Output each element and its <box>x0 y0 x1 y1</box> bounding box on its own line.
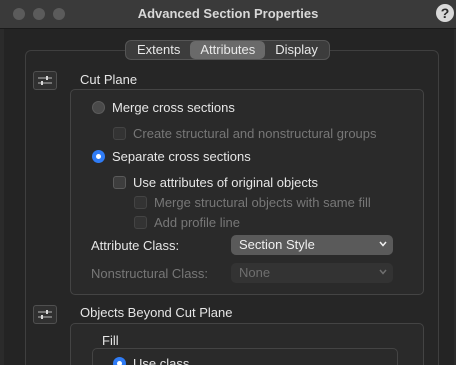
title-bar: Advanced Section Properties ? <box>0 0 456 29</box>
dialog-window: Advanced Section Properties ? Extents At… <box>0 0 456 365</box>
cut-plane-label: Cut Plane <box>80 72 138 87</box>
use-class-label: Use class <box>133 356 190 365</box>
objects-beyond-label: Objects Beyond Cut Plane <box>80 305 233 320</box>
add-profile-line-label: Add profile line <box>154 215 240 230</box>
chevron-down-icon <box>379 269 387 275</box>
use-class-radio[interactable]: Use class <box>113 356 189 365</box>
merge-cross-sections-radio[interactable]: Merge cross sections <box>92 100 235 115</box>
tab-extents[interactable]: Extents <box>127 41 190 59</box>
checkbox-icon <box>134 216 147 229</box>
separate-cross-sections-radio[interactable]: Separate cross sections <box>92 149 251 164</box>
use-attributes-checkbox[interactable]: Use attributes of original objects <box>113 175 318 190</box>
tab-display[interactable]: Display <box>265 41 328 59</box>
fill-label: Fill <box>102 333 119 348</box>
chevron-down-icon <box>379 241 387 247</box>
settings-sliders-icon[interactable] <box>33 305 57 324</box>
add-profile-line-checkbox[interactable]: Add profile line <box>134 215 240 230</box>
nonstructural-class-label: Nonstructural Class: <box>91 266 208 281</box>
checkbox-icon <box>113 176 126 189</box>
tab-attributes[interactable]: Attributes <box>190 41 266 59</box>
nonstructural-class-value: None <box>239 265 271 280</box>
create-groups-label: Create structural and nonstructural grou… <box>133 126 377 141</box>
checkbox-icon <box>134 196 147 209</box>
attribute-class-value: Section Style <box>239 237 315 252</box>
attribute-class-label: Attribute Class: <box>91 238 179 253</box>
settings-sliders-icon[interactable] <box>33 71 57 90</box>
attribute-class-select[interactable]: Section Style <box>231 235 393 255</box>
nonstructural-class-select[interactable]: None <box>231 263 393 283</box>
separate-cross-sections-label: Separate cross sections <box>112 149 251 164</box>
radio-button-icon <box>92 101 105 114</box>
tab-bar: Extents Attributes Display <box>125 40 330 60</box>
help-button[interactable]: ? <box>436 4 454 22</box>
create-groups-checkbox[interactable]: Create structural and nonstructural grou… <box>113 126 377 141</box>
window-title: Advanced Section Properties <box>137 6 319 21</box>
use-attributes-label: Use attributes of original objects <box>133 175 318 190</box>
merge-cross-sections-label: Merge cross sections <box>112 100 235 115</box>
radio-selected-icon <box>92 150 105 163</box>
merge-structural-checkbox[interactable]: Merge structural objects with same fill <box>134 195 371 210</box>
checkbox-icon <box>113 127 126 140</box>
radio-selected-icon <box>113 357 126 365</box>
merge-structural-label: Merge structural objects with same fill <box>154 195 371 210</box>
nonstructural-class-label-text: Nonstructural Class: <box>91 266 209 281</box>
attribute-class-label-text: Attribute Class: <box>91 238 180 253</box>
